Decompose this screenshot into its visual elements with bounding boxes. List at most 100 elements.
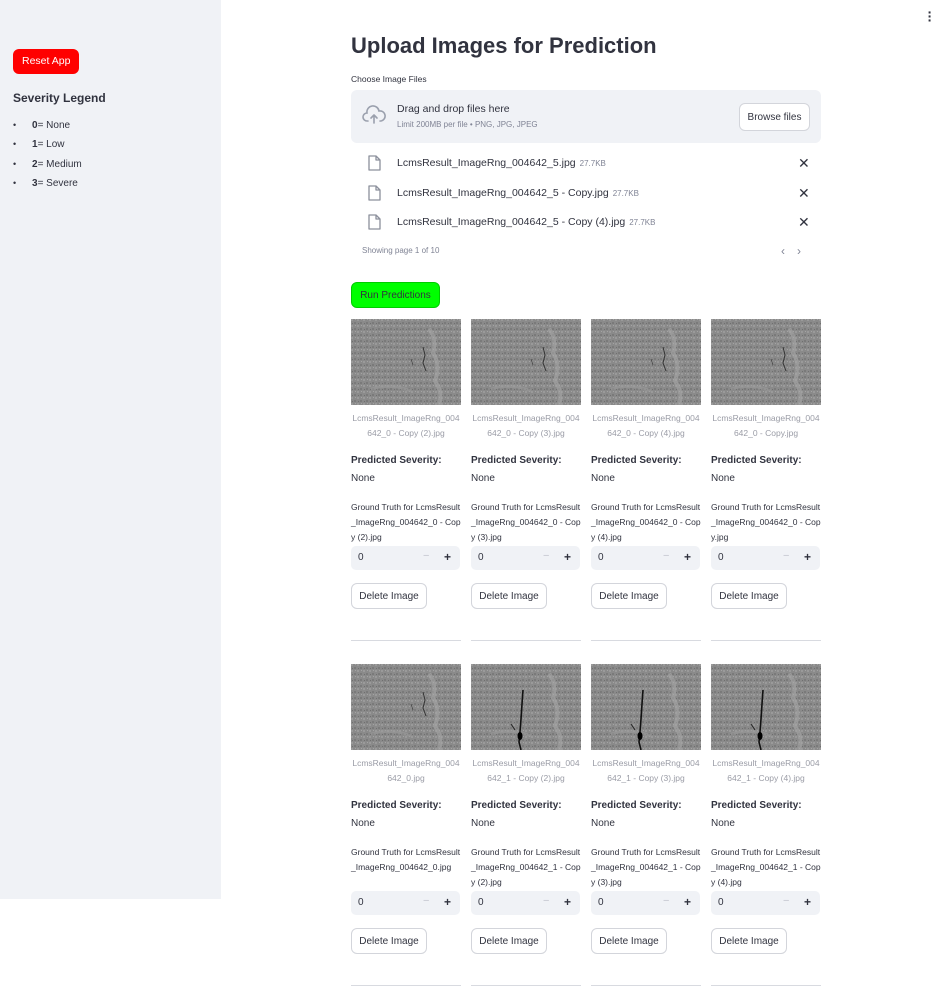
predicted-severity-label: Predicted Severity: xyxy=(351,455,442,466)
image-caption: LcmsResult_ImageRng_004642_1 - Copy (4).… xyxy=(712,758,820,783)
predicted-severity-value: None xyxy=(711,818,735,829)
file-icon xyxy=(368,155,381,171)
image-caption: LcmsResult_ImageRng_004642_0.jpg xyxy=(352,758,460,783)
ground-truth-stepper[interactable]: 0 − + xyxy=(591,891,700,915)
divider xyxy=(471,640,581,641)
ground-truth-label: Ground Truth for LcmsResult_ImageRng_004… xyxy=(471,847,581,887)
uploaded-file-row: LcmsResult_ImageRng_004642_5 - Copy (4).… xyxy=(351,212,821,232)
predicted-severity-label: Predicted Severity: xyxy=(471,455,562,466)
image-caption: LcmsResult_ImageRng_004642_1 - Copy (2).… xyxy=(472,758,580,783)
uploader-label: Choose Image Files xyxy=(351,74,427,84)
predicted-severity-label: Predicted Severity: xyxy=(711,800,802,811)
ground-truth-stepper[interactable]: 0 − + xyxy=(591,546,700,570)
plus-icon[interactable]: + xyxy=(444,895,451,909)
delete-image-button[interactable]: Delete Image xyxy=(471,583,547,609)
dropzone-limits: Limit 200MB per file • PNG, JPG, JPEG xyxy=(397,120,538,129)
close-icon[interactable]: ✕ xyxy=(798,155,810,171)
stepper-value[interactable]: 0 xyxy=(718,552,724,563)
ground-truth-stepper[interactable]: 0 − + xyxy=(471,891,580,915)
delete-image-button[interactable]: Delete Image xyxy=(351,928,427,954)
delete-image-button[interactable]: Delete Image xyxy=(471,928,547,954)
file-dropzone[interactable]: Drag and drop files here Limit 200MB per… xyxy=(351,90,821,143)
sidebar: Reset App Severity Legend • 0 = None • 1 =… xyxy=(0,0,221,899)
image-caption: LcmsResult_ImageRng_004642_0 - Copy (3).… xyxy=(472,413,580,438)
stepper-value[interactable]: 0 xyxy=(478,552,484,563)
plus-icon[interactable]: + xyxy=(564,550,571,564)
predicted-severity-value: None xyxy=(351,818,375,829)
legend-desc: = Low xyxy=(37,139,65,151)
minus-icon[interactable]: − xyxy=(543,895,549,907)
legend-item: • 1 = Low xyxy=(13,139,82,158)
pavement-image xyxy=(351,664,461,750)
predicted-severity-value: None xyxy=(471,473,495,484)
delete-image-button[interactable]: Delete Image xyxy=(351,583,427,609)
delete-image-button[interactable]: Delete Image xyxy=(591,583,667,609)
chevron-right-icon[interactable]: › xyxy=(797,244,801,258)
minus-icon[interactable]: − xyxy=(663,550,669,562)
legend-item: • 0 = None xyxy=(13,120,82,139)
browse-files-button[interactable]: Browse files xyxy=(739,103,810,131)
delete-image-button[interactable]: Delete Image xyxy=(711,928,787,954)
file-size: 27.7KB xyxy=(579,159,606,168)
run-predictions-button[interactable]: Run Predictions xyxy=(351,282,440,308)
pavement-image xyxy=(351,319,461,405)
legend-desc: = Severe xyxy=(37,177,78,189)
divider xyxy=(591,640,701,641)
plus-icon[interactable]: + xyxy=(564,895,571,909)
ground-truth-label: Ground Truth for LcmsResult_ImageRng_004… xyxy=(351,847,461,872)
minus-icon[interactable]: − xyxy=(663,895,669,907)
stepper-value[interactable]: 0 xyxy=(358,552,364,563)
pavement-image xyxy=(591,319,701,405)
plus-icon[interactable]: + xyxy=(804,550,811,564)
ground-truth-stepper[interactable]: 0 − + xyxy=(711,546,820,570)
severity-legend-title: Severity Legend xyxy=(13,91,106,105)
predicted-severity-value: None xyxy=(471,818,495,829)
pavement-image xyxy=(711,664,821,750)
uploaded-file-row: LcmsResult_ImageRng_004642_5.jpg 27.7KB ✕ xyxy=(351,153,821,173)
delete-image-button[interactable]: Delete Image xyxy=(711,583,787,609)
reset-app-button[interactable]: Reset App xyxy=(13,49,80,74)
divider xyxy=(351,640,461,641)
pagination-status: Showing page 1 of 10 xyxy=(362,246,440,255)
file-icon xyxy=(368,214,381,230)
page-title: Upload Images for Prediction xyxy=(351,33,657,58)
predicted-severity-label: Predicted Severity: xyxy=(351,800,442,811)
predicted-severity-label: Predicted Severity: xyxy=(591,800,682,811)
predicted-severity-value: None xyxy=(351,473,375,484)
plus-icon[interactable]: + xyxy=(684,895,691,909)
close-icon[interactable]: ✕ xyxy=(798,185,810,201)
plus-icon[interactable]: + xyxy=(444,550,451,564)
file-name: LcmsResult_ImageRng_004642_5 - Copy.jpg xyxy=(397,187,609,199)
ground-truth-stepper[interactable]: 0 − + xyxy=(351,546,460,570)
bullet-icon: • xyxy=(13,139,17,150)
ground-truth-stepper[interactable]: 0 − + xyxy=(711,891,820,915)
pavement-image xyxy=(591,664,701,750)
vertical-dots-icon[interactable]: · · · xyxy=(927,5,933,27)
plus-icon[interactable]: + xyxy=(684,550,691,564)
legend-desc: = None xyxy=(37,120,71,131)
minus-icon[interactable]: − xyxy=(423,895,429,907)
image-caption: LcmsResult_ImageRng_004642_0 - Copy (4).… xyxy=(592,413,700,438)
minus-icon[interactable]: − xyxy=(783,895,789,907)
predicted-severity-label: Predicted Severity: xyxy=(471,800,562,811)
pavement-image xyxy=(711,319,821,405)
predicted-severity-label: Predicted Severity: xyxy=(591,455,682,466)
file-icon xyxy=(368,185,381,201)
legend-desc: = Medium xyxy=(37,158,82,170)
stepper-value[interactable]: 0 xyxy=(598,552,604,563)
ground-truth-stepper[interactable]: 0 − + xyxy=(471,546,580,570)
file-size: 27.7KB xyxy=(629,218,656,227)
ground-truth-stepper[interactable]: 0 − + xyxy=(351,891,460,915)
plus-icon[interactable]: + xyxy=(804,895,811,909)
delete-image-button[interactable]: Delete Image xyxy=(591,928,667,954)
chevron-left-icon[interactable]: ‹ xyxy=(781,244,785,258)
ground-truth-label: Ground Truth for LcmsResult_ImageRng_004… xyxy=(591,502,701,542)
minus-icon[interactable]: − xyxy=(783,550,789,562)
close-icon[interactable]: ✕ xyxy=(798,214,810,230)
ground-truth-label: Ground Truth for LcmsResult_ImageRng_004… xyxy=(711,847,821,887)
bullet-icon: • xyxy=(13,177,17,188)
minus-icon[interactable]: − xyxy=(423,550,429,562)
pavement-image xyxy=(471,319,581,405)
minus-icon[interactable]: − xyxy=(543,550,549,562)
divider xyxy=(711,640,821,641)
